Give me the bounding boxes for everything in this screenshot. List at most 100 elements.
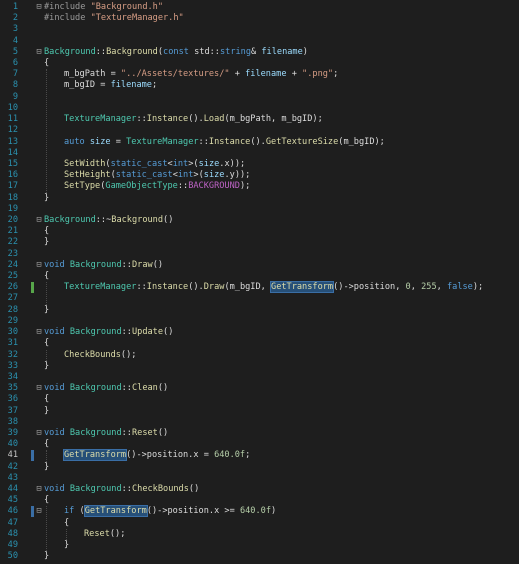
code-token: void (44, 327, 70, 338)
line-number: 1 (12, 2, 18, 12)
code-line[interactable]: 18} (0, 193, 519, 204)
code-editor[interactable]: 1 ⊟ #include "Background.h" 2 #include "Text… (0, 0, 519, 564)
code-line[interactable]: 1 ⊟ #include "Background.h" (0, 2, 519, 13)
code-line[interactable]: 7 m_bgPath = "../Assets/textures/" + file… (0, 69, 519, 80)
code-line[interactable]: 32 CheckBounds(); (0, 350, 519, 361)
code-token: ); (472, 282, 484, 293)
code-line[interactable]: 23 (0, 249, 519, 260)
code-line[interactable]: 19 (0, 204, 519, 215)
code-line[interactable]: 17 SetType(GameObjectType::BACKGROUND); (0, 181, 519, 192)
code-token: Load (203, 114, 225, 125)
code-line[interactable]: 13 auto size = TextureManager::Instance()… (0, 137, 519, 148)
line-number: 49 (7, 540, 18, 551)
code-line[interactable]: 12 (0, 125, 519, 136)
fold-toggle-icon[interactable]: ⊟ (35, 428, 43, 439)
code-line[interactable]: 8 m_bgID = filename; (0, 80, 519, 91)
code-line[interactable]: 37} (0, 406, 519, 417)
code-token: :: (121, 259, 132, 270)
code-line[interactable]: 5 ⊟ Background::Background(const std::stri… (0, 47, 519, 58)
code-line[interactable]: 28} (0, 305, 519, 316)
code-line[interactable]: 6{ (0, 58, 519, 69)
code-line[interactable]: 46 ⊟ if (GetTransform()->position.x >= 640… (0, 505, 519, 518)
code-line[interactable]: 25 { (0, 271, 519, 282)
code-line[interactable]: 40 { (0, 439, 519, 450)
code-line[interactable]: 2 #include "TextureManager.h" (0, 13, 519, 24)
code-token: std:: (194, 46, 220, 57)
code-token: (); (120, 349, 137, 360)
code-token: (). (188, 282, 204, 293)
code-line[interactable]: 41 GetTransform()->position.x = 640.0f; (0, 449, 519, 462)
code-line[interactable]: 49} (0, 540, 519, 551)
code-token: :: (121, 383, 132, 394)
code-token: Update (131, 327, 164, 338)
code-token: Background (111, 214, 164, 225)
code-line[interactable]: 11 TextureManager::Instance().Load(m_bgPa… (0, 114, 519, 125)
code-line[interactable]: 36 { (0, 394, 519, 405)
code-line[interactable]: 21 { (0, 226, 519, 237)
code-line[interactable]: 3 (0, 24, 519, 35)
code-token: } (44, 304, 50, 315)
code-token: .y)); (224, 170, 251, 181)
fold-toggle-icon[interactable]: ⊟ (35, 2, 43, 13)
code-line[interactable]: 45 { (0, 495, 519, 506)
code-line[interactable]: 4 (0, 36, 519, 47)
code-line[interactable]: 43 (0, 473, 519, 484)
code-line[interactable]: 15 SetWidth(static_cast<int>(size.x)); (0, 159, 519, 170)
code-line[interactable]: 42} (0, 462, 519, 473)
fold-toggle-icon[interactable]: ⊟ (35, 47, 43, 58)
line-number: 29 (7, 315, 18, 326)
fold-toggle-icon[interactable]: ⊟ (35, 327, 43, 338)
indent-guide (46, 450, 47, 462)
line-number: 4 (12, 35, 18, 46)
line-number: 47 (7, 517, 18, 528)
code-token: Draw (131, 259, 153, 270)
code-line[interactable]: 38 (0, 417, 519, 428)
fold-toggle-icon[interactable]: ⊟ (35, 260, 43, 271)
code-line[interactable]: 16 SetHeight(static_cast<int>(size.y)); (0, 170, 519, 181)
line-number: 31 (7, 338, 18, 349)
code-line[interactable]: 22} (0, 237, 519, 248)
code-token: SetType (64, 181, 101, 192)
code-line[interactable]: 26 TextureManager::Instance().Draw(m_bgID… (0, 281, 519, 294)
code-token: , (436, 282, 447, 293)
line-number: 41 (7, 450, 18, 461)
fold-toggle-icon[interactable]: ⊟ (35, 506, 43, 517)
code-line[interactable]: 10 (0, 103, 519, 114)
code-line[interactable]: 50} (0, 551, 519, 562)
code-token: auto (64, 136, 90, 147)
code-line[interactable]: 27 (0, 293, 519, 304)
code-line[interactable]: 34 (0, 372, 519, 383)
code-line[interactable]: 35 ⊟ void Background::Clean() (0, 383, 519, 394)
line-number: 50 (7, 551, 18, 562)
code-line[interactable]: 44 ⊟ void Background::CheckBounds() (0, 484, 519, 495)
code-token: () (163, 214, 174, 225)
code-line[interactable]: 14 (0, 148, 519, 159)
code-token: :: (177, 181, 189, 192)
code-token: 255 (421, 282, 437, 293)
code-line[interactable]: 39 ⊟ void Background::Reset() (0, 428, 519, 439)
code-token: Background (69, 383, 122, 394)
line-number: 7 (12, 69, 18, 80)
code-token: (m_bgPath, m_bgID); (224, 114, 323, 125)
code-text: SetWidth(static_cast<int>(size.x)); (64, 159, 245, 170)
line-number: 44 (7, 484, 18, 495)
code-line[interactable]: 30 ⊟ void Background::Update() (0, 327, 519, 338)
code-line[interactable]: 48 Reset(); (0, 529, 519, 540)
fold-toggle-icon[interactable]: ⊟ (35, 215, 43, 226)
code-token: BACKGROUND (188, 181, 240, 192)
code-line[interactable]: 31 { (0, 338, 519, 349)
code-line[interactable]: 24 ⊟ void Background::Draw() (0, 260, 519, 271)
code-token: Reset (84, 528, 110, 539)
line-number: 11 (7, 114, 18, 125)
code-token: { (44, 338, 50, 349)
code-line[interactable]: 29 (0, 316, 519, 327)
line-number: 35 (7, 383, 18, 394)
code-line[interactable]: 47 { (0, 518, 519, 529)
code-line[interactable]: 33} (0, 361, 519, 372)
code-line[interactable]: 9 (0, 92, 519, 103)
line-number: 36 (7, 394, 18, 405)
code-token: Reset (131, 427, 158, 438)
fold-toggle-icon[interactable]: ⊟ (35, 484, 43, 495)
code-line[interactable]: 20 ⊟ Background::~Background() (0, 215, 519, 226)
fold-toggle-icon[interactable]: ⊟ (35, 383, 43, 394)
